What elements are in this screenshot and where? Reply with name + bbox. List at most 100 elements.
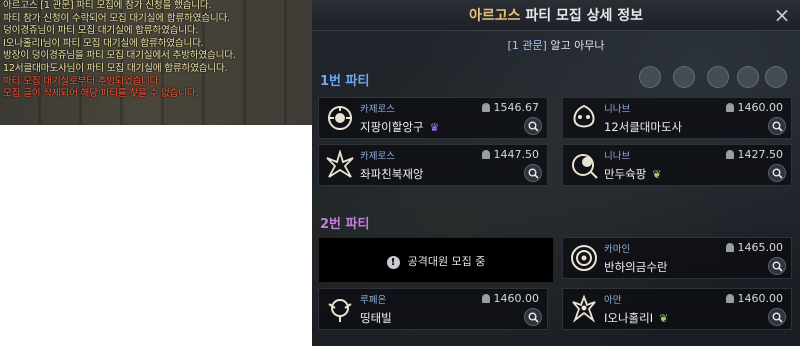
helmet-icon <box>725 243 734 252</box>
member-name: 반하의금수란 <box>604 259 667 275</box>
emblem-icon <box>326 150 354 178</box>
sprout-icon: ❦ <box>652 168 662 181</box>
chat-log: 아르고스 [1 관문] 파티 모집에 참가 신청을 했습니다. 파티 참가 신청… <box>0 0 312 125</box>
helmet-icon <box>481 294 490 303</box>
emblem-icon <box>328 299 352 322</box>
gear-score: 1447.50 <box>481 148 540 161</box>
title-bar[interactable]: 아르고스 파티 모집 상세 정보 × <box>312 0 800 31</box>
title-text: 파티 모집 상세 정보 <box>520 8 644 24</box>
chat-line: 방장이 덩이경쥬님을 파티 모집 대기실에서 추방하였습니다. <box>3 50 236 62</box>
emblem-icon <box>328 106 352 130</box>
close-button[interactable]: × <box>770 3 794 27</box>
emblem-icon <box>571 245 597 271</box>
gear-score-value: 1460.00 <box>737 292 784 305</box>
member-class: 아만 <box>604 295 622 306</box>
info-icon: ! <box>386 256 400 269</box>
search-icon <box>772 261 783 272</box>
inspect-button[interactable] <box>524 164 542 182</box>
member-name-text: I오나홀리I <box>604 311 654 325</box>
gear-score: 1460.00 <box>725 101 784 114</box>
recruit-subtitle: [1 관문] 알고 아무나 <box>312 37 800 53</box>
member-name: I오나홀리I ❦ <box>604 310 668 326</box>
search-icon <box>772 121 783 132</box>
chat-line: 아르고스 [1 관문] 파티 모집에 참가 신청을 했습니다. <box>3 0 212 11</box>
gear-score: 1546.67 <box>481 101 540 114</box>
chat-line: 12서클대마도사님이 파티 모집 대기실에 합류하였습니다. <box>3 62 228 74</box>
member-class: 카제로스 <box>360 151 395 162</box>
recruiting-text: 공격대원 모집 중 <box>407 255 486 268</box>
party-icon <box>737 66 759 88</box>
member-class: 니나브 <box>604 151 631 162</box>
raid-name: 아르고스 <box>468 8 521 24</box>
party-icon <box>673 66 695 88</box>
member-name-text: 만두슉팡 <box>604 167 647 181</box>
party-detail-panel: 아르고스 파티 모집 상세 정보 × [1 관문] 알고 아무나 1번 파티 카… <box>312 0 800 346</box>
camera-icon <box>765 66 787 88</box>
search-icon <box>528 312 539 323</box>
member-card[interactable]: 아만 I오나홀리I ❦ 1460.00 <box>562 288 792 330</box>
search-icon <box>772 168 783 179</box>
member-name-text: 띵태빌 <box>360 311 392 325</box>
gate-label: [1 관문] <box>507 39 547 52</box>
gear-score-value: 1465.00 <box>737 241 784 254</box>
chat-line-error: 파티 모집 대기실로부터 추방되었습니다. <box>3 75 162 87</box>
chat-line: I오나홀리I님이 파티 모집 대기실에 합류하였습니다. <box>3 37 204 49</box>
member-class: 카제로스 <box>360 104 395 115</box>
chat-line-error: 모집 글이 삭제되어 해당 파티를 찾을 수 없습니다. <box>3 88 199 100</box>
member-name-text: 반하의금수란 <box>604 260 668 274</box>
member-class: 루페온 <box>360 295 387 306</box>
member-card[interactable]: 니나브 12서클대마도사 1460.00 <box>562 97 792 139</box>
inspect-button[interactable] <box>524 308 542 326</box>
member-card[interactable]: 니나브 만두슉팡 ❦ 1427.50 <box>562 144 792 186</box>
emblem-icon <box>573 104 595 128</box>
inspect-button[interactable] <box>768 308 786 326</box>
gear-score: 1460.00 <box>725 292 784 305</box>
gear-score-value: 1546.67 <box>493 101 540 114</box>
member-class: 니나브 <box>604 104 631 115</box>
inspect-button[interactable] <box>768 257 786 275</box>
member-class: 카마인 <box>604 244 631 255</box>
helmet-icon <box>481 150 490 159</box>
member-card[interactable]: 카마인 반하의금수란 1465.00 <box>562 237 792 279</box>
member-name: 좌파친북재앙 <box>360 166 423 182</box>
chat-line: 파티 참가 신청이 수락되어 모집 대기실에 합류하였습니다. <box>3 12 230 24</box>
recruit-title: 알고 아무나 <box>546 39 605 52</box>
panel-title: 아르고스 파티 모집 상세 정보 <box>312 5 800 25</box>
party-2-label: 2번 파티 <box>320 217 370 232</box>
member-name: 만두슉팡 ❦ <box>604 166 662 182</box>
member-name-text: 12서클대마도사 <box>604 120 683 134</box>
gear-score-value: 1460.00 <box>737 101 784 114</box>
helmet-icon <box>481 103 490 112</box>
inspect-button[interactable] <box>768 164 786 182</box>
member-name: 띵태빌 <box>360 310 392 326</box>
member-card[interactable]: 카제로스 좌파친북재앙 1447.50 <box>318 144 548 186</box>
emblem-icon <box>572 294 596 323</box>
party-1-label: 1번 파티 <box>320 74 370 89</box>
inspect-button[interactable] <box>524 117 542 135</box>
member-name: 지팡이할앙구 ♛ <box>360 119 439 135</box>
sprout-icon: ❦ <box>659 312 669 325</box>
gear-score: 1465.00 <box>725 241 784 254</box>
gear-score: 1427.50 <box>725 148 783 161</box>
gear-score-value: 1460.00 <box>493 292 540 305</box>
member-card[interactable]: 루페온 띵태빌 1460.00 <box>318 288 548 330</box>
search-icon <box>772 312 783 323</box>
party-icon <box>639 66 661 88</box>
gear-score-value: 1447.50 <box>493 148 540 161</box>
search-icon <box>528 121 539 132</box>
helmet-icon <box>725 150 734 159</box>
chat-line: 덩이경쥬님이 파티 모집 대기실에 합류하였습니다. <box>3 25 199 37</box>
member-name: 12서클대마도사 <box>604 119 682 135</box>
search-icon <box>528 168 539 179</box>
member-card[interactable]: 카제로스 지팡이할앙구 ♛ 1546.67 <box>318 97 548 139</box>
member-name-text: 지팡이할앙구 <box>360 120 424 134</box>
helmet-icon <box>725 294 734 303</box>
helmet-icon <box>725 103 734 112</box>
recruiting-message: ! 공격대원 모집 중 <box>319 253 553 269</box>
gear-score: 1460.00 <box>481 292 540 305</box>
emblem-icon <box>572 154 598 179</box>
member-name-text: 좌파친북재앙 <box>360 167 424 181</box>
inspect-button[interactable] <box>768 117 786 135</box>
recruiting-slot: ! 공격대원 모집 중 <box>318 237 554 283</box>
crown-icon: ♛ <box>429 121 440 134</box>
